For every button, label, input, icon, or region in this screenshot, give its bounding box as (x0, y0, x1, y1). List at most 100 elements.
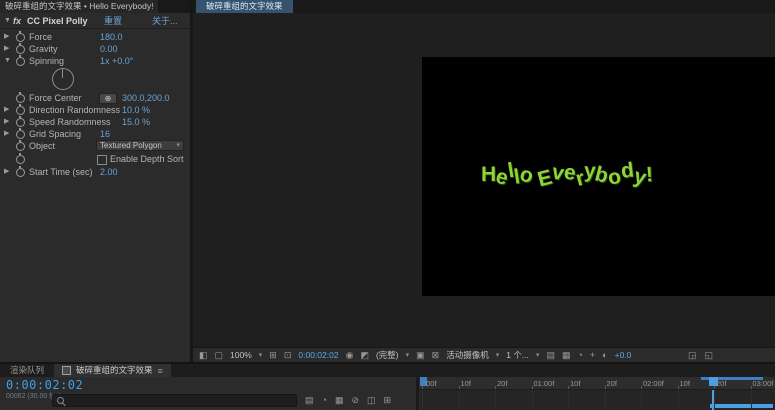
enable-depth-sort-checkbox[interactable] (97, 155, 107, 165)
speed-randomness-value[interactable]: 15.0 % (122, 116, 150, 128)
expand-arrow-icon[interactable]: ▶ (4, 116, 12, 128)
object-label: Object (29, 140, 55, 152)
stopwatch-icon[interactable] (16, 118, 25, 127)
magnify-region-icon[interactable]: ◧ (199, 349, 208, 361)
collapse-arrow-icon[interactable]: ▼ (4, 14, 11, 28)
ruler-label: 10f (680, 379, 690, 388)
spinning-value[interactable]: 1x +0.0° (100, 55, 133, 67)
track-gridline (678, 390, 679, 410)
gravity-value[interactable]: 0.00 (100, 43, 118, 55)
force-center-label: Force Center (29, 92, 82, 104)
ruler-label: 20f (607, 379, 617, 388)
property-row-spinning: ▼ Spinning 1x +0.0° (0, 55, 190, 67)
stopwatch-icon[interactable] (16, 168, 25, 177)
expand-arrow-icon[interactable]: ▶ (4, 104, 12, 116)
show-snapshot-icon[interactable]: ◩ (360, 349, 369, 361)
snapshot-icon[interactable]: ◉ (346, 349, 354, 361)
mini-flowchart-icon[interactable]: ◲ (688, 349, 697, 361)
grid-spacing-value[interactable]: 16 (100, 128, 110, 140)
hide-shy-layers-icon[interactable]: ▦ (335, 394, 344, 406)
pixel-aspect-icon[interactable]: ▤ (546, 349, 555, 361)
expand-arrow-icon[interactable]: ▶ (4, 128, 12, 140)
mask-visibility-icon[interactable]: ⊡ (284, 349, 292, 361)
property-row-start-time: ▶ Start Time (sec) 2.00 (0, 166, 190, 178)
frame-blending-icon[interactable]: ⊘ (351, 394, 359, 406)
force-center-crosshair-button[interactable]: ⊕ (99, 93, 117, 104)
view-layout-select[interactable]: 1 个... (506, 349, 529, 361)
fx-badge-icon[interactable]: fx (13, 14, 21, 28)
stopwatch-icon[interactable] (16, 45, 25, 54)
ruler-tick (422, 386, 423, 389)
spinning-dial[interactable] (52, 68, 74, 90)
time-ruler[interactable]: :00f10f20f01:00f10f20f02:00f10f20f03:00f (420, 377, 775, 390)
fast-preview-icon[interactable]: ▦ (562, 349, 571, 361)
effect-name[interactable]: CC Pixel Polly (27, 14, 88, 28)
expand-arrow-icon[interactable]: ▶ (4, 166, 12, 178)
graph-editor-icon[interactable]: ⊞ (384, 394, 392, 406)
tab-render-queue[interactable]: 渲染队列 (0, 364, 54, 377)
force-center-value[interactable]: 300.0,200.0 (122, 92, 170, 104)
timeline-button-icon[interactable]: ◔ (577, 349, 582, 361)
timeline-timecode[interactable]: 0:00:02:02 (6, 378, 83, 392)
chevron-down-icon[interactable]: ▾ (406, 351, 410, 359)
ruler-tick (751, 386, 752, 389)
composition-tab[interactable]: 破碎重组的文字效果 (196, 0, 293, 13)
chevron-down-icon[interactable]: ▾ (496, 351, 500, 359)
draft-3d-icon[interactable]: ◔ (322, 394, 327, 406)
track-gridline (495, 390, 496, 410)
effect-controls-tab[interactable]: 破碎重组的文字效果 • Hello Everybody! (0, 0, 158, 13)
timeline-splitter[interactable] (416, 377, 419, 410)
stopwatch-icon[interactable] (16, 106, 25, 115)
grid-guides-icon[interactable]: ⊞ (269, 349, 277, 361)
timeline-search-input[interactable] (52, 394, 297, 407)
camera-view-select[interactable]: 活动摄像机 (446, 349, 489, 361)
object-dropdown[interactable]: Textured Polygon ▾ (96, 140, 184, 151)
speed-randomness-label: Speed Randomness (29, 116, 111, 128)
time-navigator[interactable] (710, 404, 773, 408)
collapse-arrow-icon[interactable]: ▼ (4, 55, 12, 67)
timeline-panel: 渲染队列 破碎重组的文字效果 ≡ 0:00:02:02 00062 (30.00… (0, 362, 775, 410)
stopwatch-icon[interactable] (16, 94, 25, 103)
composition-viewport[interactable]: Hello Everybody! (422, 57, 775, 296)
screen-icon[interactable]: ▢ (215, 349, 224, 361)
exposure-value[interactable]: +0.0 (615, 350, 632, 360)
motion-blur-icon[interactable]: ◫ (367, 394, 376, 406)
property-row-object: Object Textured Polygon ▾ (0, 140, 190, 152)
chevron-down-icon[interactable]: ▾ (259, 351, 263, 359)
transparency-grid-icon[interactable]: ⊠ (432, 349, 440, 361)
expand-arrow-icon[interactable]: ▶ (4, 43, 12, 55)
timeline-body: 0:00:02:02 00062 (30.00 fps) ▤ ◔ ▦ ⊘ ◫ ⊞… (0, 377, 775, 410)
viewer-timecode[interactable]: 0:00:02:02 (298, 350, 338, 360)
viewer-right-icons: ◲ ◱ (688, 349, 713, 361)
reset-button[interactable]: 重置 (104, 14, 122, 28)
chevron-down-icon[interactable]: ▾ (536, 351, 540, 359)
direction-randomness-value[interactable]: 10.0 % (122, 104, 150, 116)
resolution-select[interactable]: (完整) (376, 349, 399, 361)
exposure-icon[interactable]: ◐ (602, 349, 607, 361)
stopwatch-icon[interactable] (16, 155, 25, 164)
expand-arrow-icon[interactable]: ▶ (4, 31, 12, 43)
effect-controls-tabbar: 破碎重组的文字效果 • Hello Everybody! (0, 0, 190, 13)
stopwatch-icon[interactable] (16, 142, 25, 151)
stopwatch-icon[interactable] (16, 57, 25, 66)
tab-composition-timeline[interactable]: 破碎重组的文字效果 ≡ (54, 364, 171, 377)
track-gridline (641, 390, 642, 410)
effect-header: ▼ fx CC Pixel Polly 重置 关于... (0, 14, 190, 29)
stopwatch-icon[interactable] (16, 130, 25, 139)
force-label: Force (29, 31, 52, 43)
zoom-level[interactable]: 100% (230, 350, 252, 360)
about-button[interactable]: 关于... (152, 14, 178, 28)
start-time-value[interactable]: 2.00 (100, 166, 118, 178)
comp-mini-icon[interactable]: ◱ (704, 349, 713, 361)
force-value[interactable]: 180.0 (100, 31, 123, 43)
flowchart-icon[interactable]: + (590, 349, 595, 361)
track-gridline (459, 390, 460, 410)
comp-text: Hello Everybody! (482, 163, 732, 187)
region-of-interest-icon[interactable]: ▣ (416, 349, 425, 361)
stopwatch-icon[interactable] (16, 33, 25, 42)
ruler-label: :00f (424, 379, 437, 388)
panel-menu-icon[interactable]: ≡ (158, 365, 163, 377)
comp-mini-flowchart-icon[interactable]: ▤ (305, 394, 314, 406)
timeline-track-area[interactable] (420, 390, 775, 410)
search-icon (57, 397, 64, 404)
